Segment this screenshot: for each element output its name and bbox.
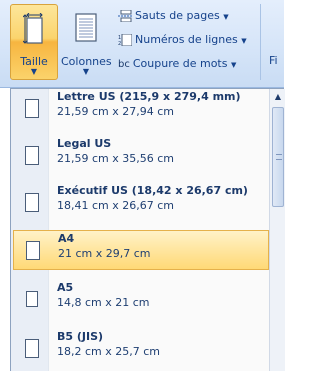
- page-size-item-a5[interactable]: A5 14,8 cm x 21 cm: [13, 280, 269, 320]
- item-dims: 21,59 cm x 27,94 cm: [57, 105, 175, 118]
- item-dims: 21,59 cm x 35,56 cm: [57, 152, 175, 165]
- columns-icon: [75, 13, 97, 42]
- item-title: Exécutif US (18,42 x 26,67 cm): [57, 184, 248, 197]
- chevron-down-icon: ▼: [241, 37, 247, 45]
- hyphenation-icon: bc: [118, 59, 130, 70]
- item-dims: 21 cm x 29,7 cm: [58, 247, 151, 260]
- cropped-ribbon-label: Fi: [269, 54, 278, 67]
- page-icon: [25, 193, 39, 212]
- coupure-label: Coupure de mots: [132, 57, 228, 70]
- colonnes-button[interactable]: Colonnes ▼: [60, 4, 112, 80]
- page-size-icon: [23, 13, 43, 44]
- page-size-dropdown: Lettre US (215,9 x 279,4 mm) 21,59 cm x …: [10, 88, 285, 371]
- numeros-de-lignes-button[interactable]: 1 2 Numéros de lignes ▼: [118, 30, 247, 50]
- page-size-item-executif-us[interactable]: Exécutif US (18,42 x 26,67 cm) 18,41 cm …: [13, 183, 269, 223]
- page-icon: [25, 339, 39, 358]
- item-title: Legal US: [57, 137, 112, 150]
- line-numbers-icon: 1 2: [118, 34, 132, 46]
- page-size-item-legal-us[interactable]: Legal US 21,59 cm x 35,56 cm: [13, 136, 269, 176]
- ribbon: Taille ▼ Colonnes ▼ Sauts de pages ▼ 1 2…: [0, 0, 284, 88]
- item-dims: 14,8 cm x 21 cm: [57, 296, 150, 309]
- coupure-de-mots-button[interactable]: bc Coupure de mots ▼: [118, 54, 236, 74]
- scrollbar-thumb[interactable]: [272, 107, 284, 207]
- numeros-label: Numéros de lignes: [135, 33, 238, 46]
- chevron-down-icon: ▼: [82, 67, 90, 76]
- vertical-scrollbar[interactable]: ▲: [269, 89, 285, 371]
- chevron-down-icon: ▼: [230, 61, 237, 69]
- item-dims: 18,2 cm x 25,7 cm: [57, 345, 161, 358]
- page-icon: [26, 241, 40, 260]
- sauts-de-pages-button[interactable]: Sauts de pages ▼: [118, 6, 229, 26]
- ribbon-separator: [260, 4, 261, 80]
- chevron-down-icon: ▼: [30, 67, 38, 76]
- page-icon: [25, 146, 39, 165]
- item-title: A4: [58, 232, 75, 245]
- page-size-item-lettre-us[interactable]: Lettre US (215,9 x 279,4 mm) 21,59 cm x …: [13, 89, 269, 129]
- page-size-item-b5-jis[interactable]: B5 (JIS) 18,2 cm x 25,7 cm: [13, 329, 269, 369]
- scroll-up-arrow-icon[interactable]: ▲: [270, 90, 286, 104]
- page-icon: [25, 99, 39, 118]
- svg-text:2: 2: [118, 41, 121, 46]
- page-icon: [26, 291, 38, 307]
- taille-button[interactable]: Taille ▼: [10, 4, 58, 80]
- chevron-down-icon: ▼: [223, 13, 229, 21]
- page-break-icon: [118, 10, 132, 22]
- sauts-label: Sauts de pages: [135, 9, 220, 22]
- item-title: A5: [57, 281, 74, 294]
- item-title: B5 (JIS): [57, 330, 104, 343]
- page-size-item-a4[interactable]: A4 21 cm x 29,7 cm: [13, 230, 269, 270]
- item-title: Lettre US (215,9 x 279,4 mm): [57, 90, 241, 103]
- item-dims: 18,41 cm x 26,67 cm: [57, 199, 175, 212]
- scrollbar-grip-icon: [276, 154, 282, 160]
